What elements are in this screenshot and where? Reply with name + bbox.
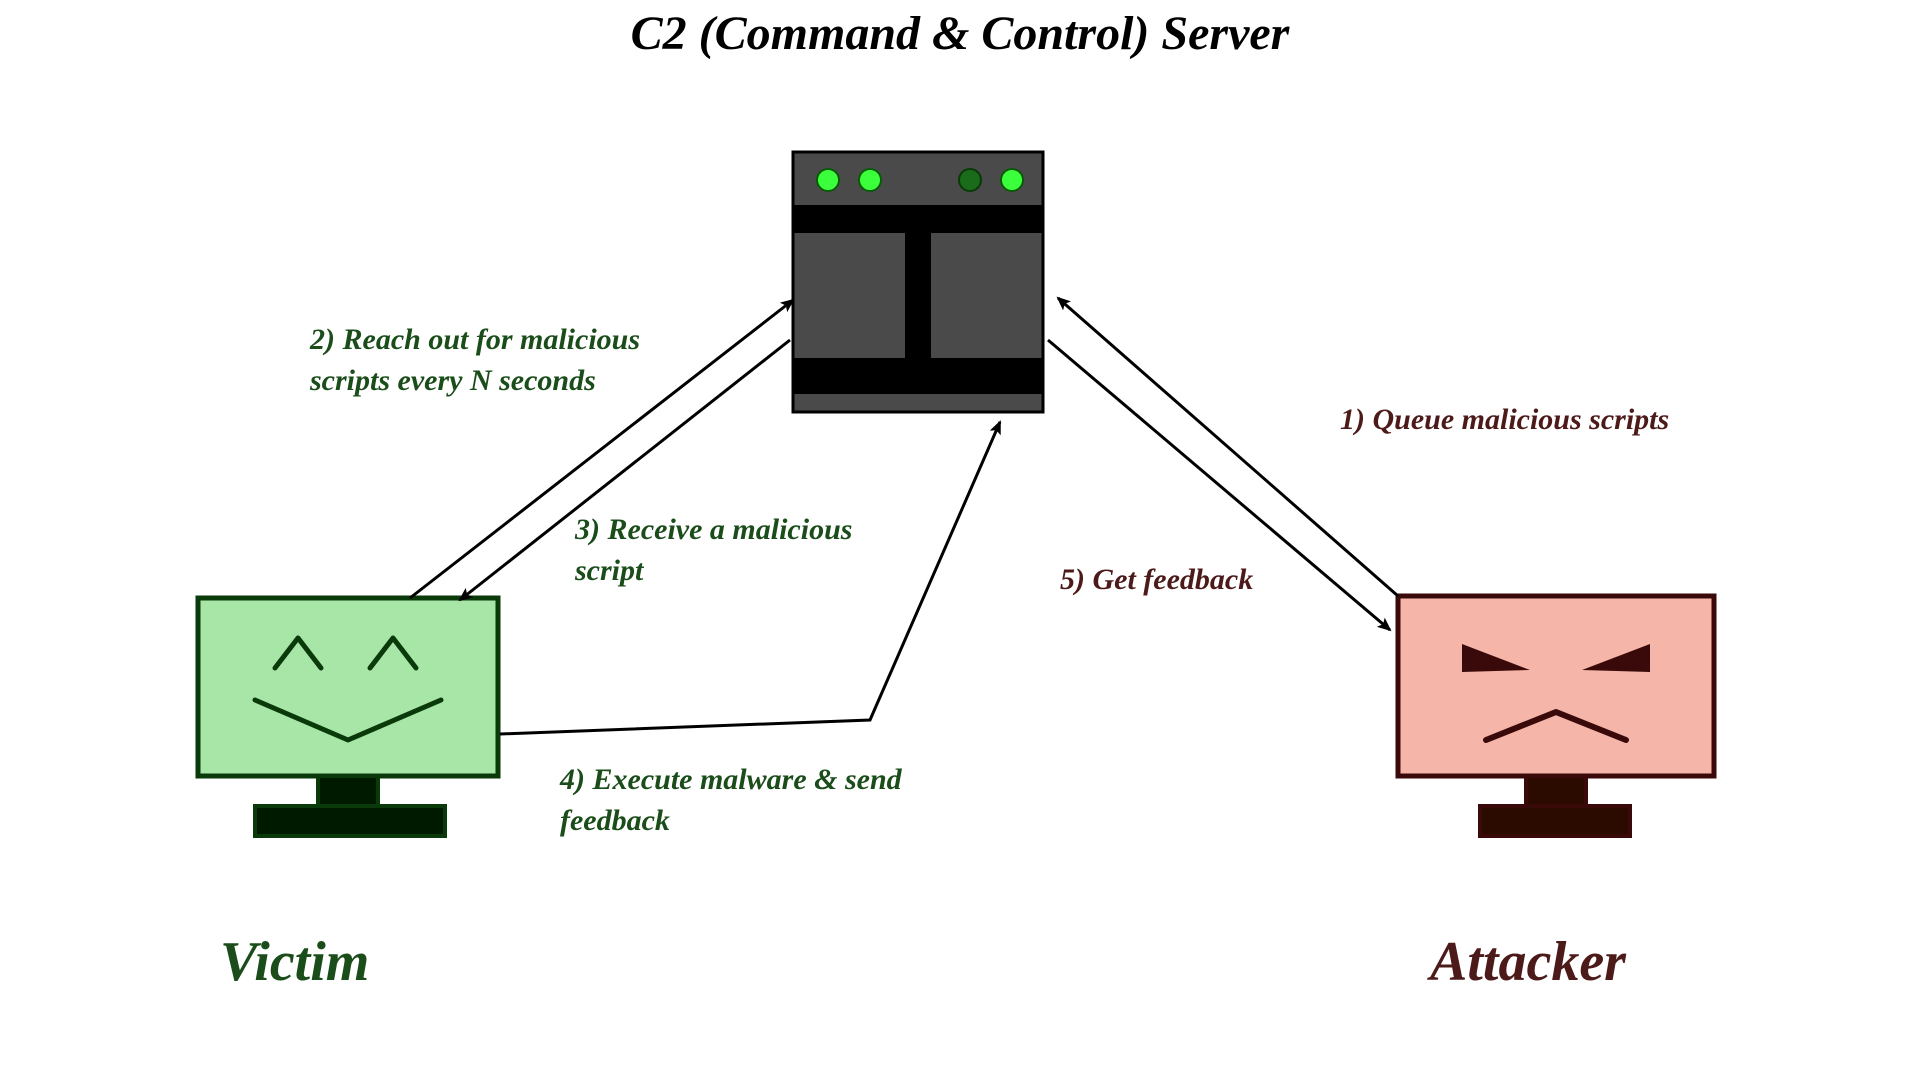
arrow-step-1 [1058,298,1398,596]
victim-monitor-icon [198,598,498,836]
arrow-step-5 [1048,340,1390,630]
arrow-step-3 [460,340,790,600]
diagram-canvas: C2 (Command & Control) Server 2) Reach o… [0,0,1920,1080]
server-icon [793,152,1043,412]
arrow-step-2 [410,300,793,598]
attacker-monitor-icon [1398,596,1714,836]
diagram-svg [0,0,1920,1080]
